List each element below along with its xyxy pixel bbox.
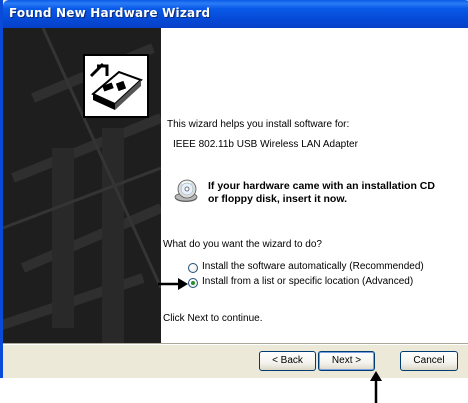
intro-text: This wizard helps you install software f… (167, 119, 350, 130)
option-label-automatic[interactable]: Install the software automatically (Reco… (202, 261, 424, 272)
cd-prompt-line-2: or floppy disk, insert it now. (208, 193, 348, 205)
wizard-content: This wizard helps you install software f… (161, 28, 468, 343)
back-button[interactable]: < Back (259, 351, 316, 371)
cd-install-icon (174, 179, 198, 202)
radio-install-automatically[interactable] (188, 263, 198, 273)
pointer-arrow-icon (158, 278, 188, 290)
continue-hint: Click Next to continue. (163, 313, 263, 324)
device-name: IEEE 802.11b USB Wireless LAN Adapter (173, 139, 358, 150)
option-label-from-list[interactable]: Install from a list or specific location… (202, 276, 413, 287)
pointer-arrow-up-icon (370, 371, 382, 403)
wizard-side-panel (3, 28, 161, 343)
bottom-margin (0, 378, 468, 403)
footer-divider-highlight (3, 344, 468, 345)
cd-prompt-line-1: If your hardware came with an installati… (208, 180, 435, 192)
window-title: Found New Hardware Wizard (9, 6, 211, 20)
wizard-window: Found New Hardware Wizard This wizard he… (0, 0, 468, 378)
next-button[interactable]: Next > (318, 351, 375, 371)
screenshot-stage: Found New Hardware Wizard This wizard he… (0, 0, 468, 403)
cancel-button[interactable]: Cancel (400, 351, 458, 371)
question-text: What do you want the wizard to do? (163, 239, 322, 250)
title-bar[interactable]: Found New Hardware Wizard (3, 0, 468, 28)
hardware-card-icon (83, 54, 149, 118)
